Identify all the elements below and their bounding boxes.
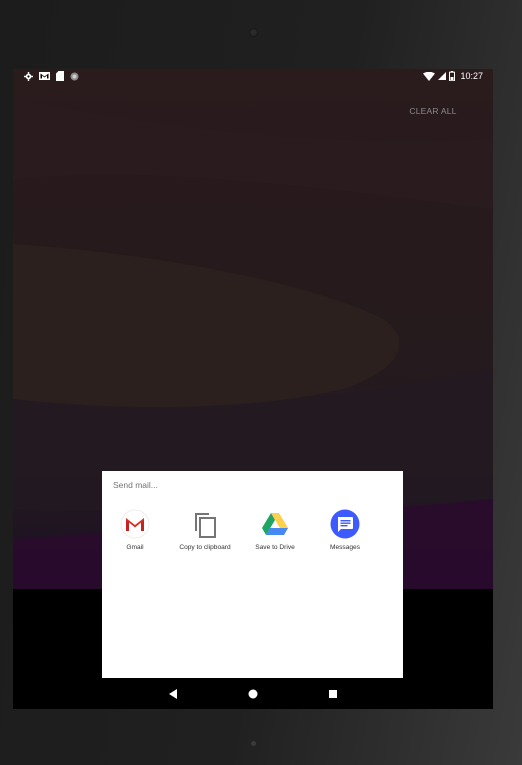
share-sheet: Send mail... Gmail Copy to clipboard Sav…: [102, 471, 403, 678]
settings-icon: [24, 71, 33, 81]
clear-all-button[interactable]: CLEAR ALL: [405, 104, 461, 118]
circle-icon: [70, 72, 79, 80]
gmail-notification-icon: [39, 72, 50, 80]
cellular-signal-icon: [438, 72, 447, 80]
nav-home-button[interactable]: [238, 678, 268, 709]
status-bar-notifications: [24, 69, 79, 83]
recents-icon: [329, 689, 337, 698]
device-sensor-dot: [251, 741, 256, 746]
sd-card-icon: [56, 71, 64, 81]
messages-icon: [330, 509, 360, 539]
share-target-label: Copy to clipboard: [179, 544, 231, 551]
nav-recents-button[interactable]: [318, 678, 348, 709]
share-target-label: Save to Drive: [255, 544, 295, 551]
nav-back-button[interactable]: [158, 678, 188, 709]
back-icon: [168, 688, 177, 699]
wifi-icon: [423, 71, 436, 81]
status-bar-clock: 10:27: [460, 71, 483, 81]
share-target-gmail[interactable]: Gmail: [103, 507, 167, 567]
front-camera: [249, 28, 258, 37]
gmail-icon: [120, 509, 150, 539]
share-target-label: Messages: [329, 544, 361, 551]
copy-icon: [195, 513, 216, 538]
share-target-save-to-drive[interactable]: Save to Drive: [243, 507, 307, 567]
battery-icon: [449, 71, 456, 81]
share-target-copy-to-clipboard[interactable]: Copy to clipboard: [173, 507, 237, 567]
share-target-messages[interactable]: Messages: [313, 507, 377, 567]
status-bar: 10:27: [13, 69, 493, 83]
home-icon: [248, 689, 258, 698]
share-sheet-title: Send mail...: [113, 480, 158, 490]
google-drive-icon: [262, 513, 288, 535]
status-bar-system-icons: 10:27: [423, 69, 483, 83]
share-target-label: Gmail: [126, 544, 144, 551]
navigation-bar: [13, 678, 493, 709]
device-screen: 10:27 CLEAR ALL Send mail... Gmail Copy …: [13, 69, 493, 709]
